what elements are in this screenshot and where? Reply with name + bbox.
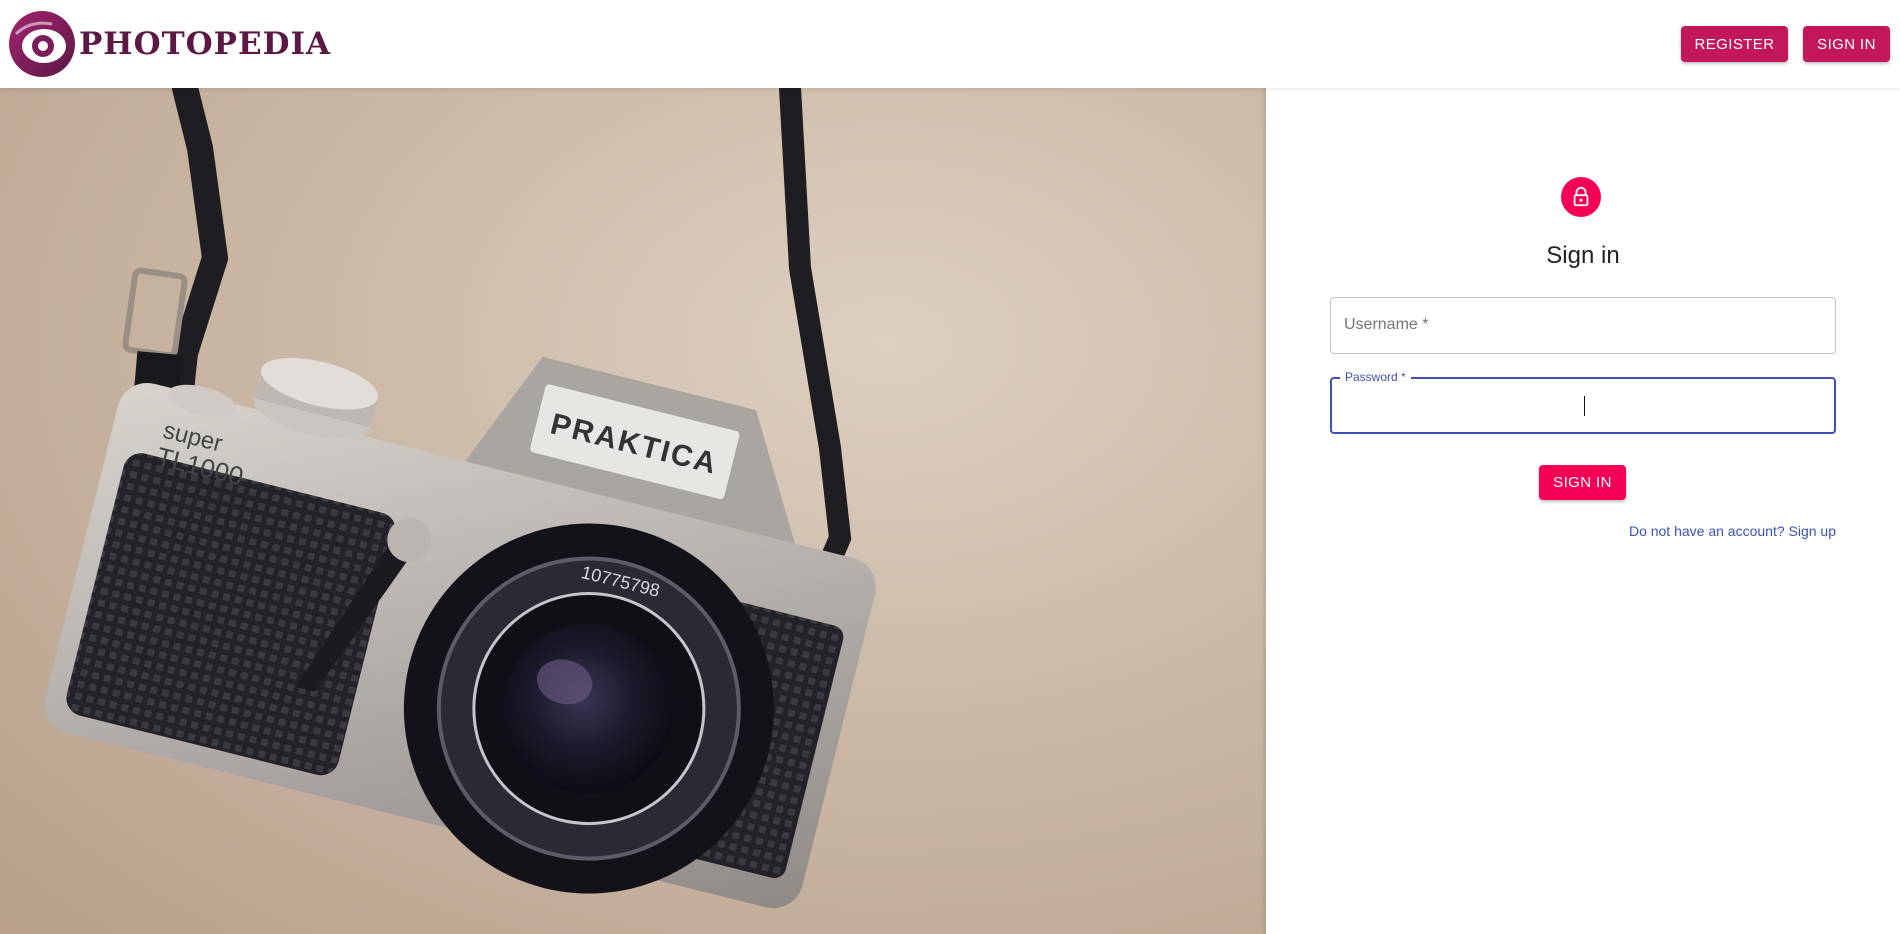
lock-icon (1573, 186, 1589, 207)
text-cursor (1584, 396, 1585, 416)
camera-illustration: PRAKTICA super TL1000 10775798 (44, 88, 876, 909)
signin-panel: Sign in Username * Password * SIGN IN Do… (1266, 88, 1900, 934)
brand-logo[interactable]: PHOTOPEDIA (6, 10, 331, 78)
hero-camera-image: PRAKTICA super TL1000 10775798 (0, 88, 1266, 934)
signin-submit-button[interactable]: SIGN IN (1539, 465, 1626, 500)
signin-title: Sign in (1546, 242, 1620, 269)
username-input[interactable] (1331, 298, 1835, 353)
header-signin-button[interactable]: SIGN IN (1803, 26, 1890, 62)
register-button[interactable]: REGISTER (1681, 26, 1788, 62)
password-field[interactable]: Password * (1330, 370, 1836, 434)
password-input[interactable] (1332, 379, 1834, 432)
eye-logo-icon (9, 11, 75, 77)
signup-link[interactable]: Do not have an account? Sign up (1629, 523, 1836, 539)
top-app-bar: PHOTOPEDIA REGISTER SIGN IN (0, 0, 1900, 88)
brand-name: PHOTOPEDIA (79, 26, 332, 62)
lock-avatar (1561, 177, 1601, 217)
username-field[interactable]: Username * (1330, 297, 1836, 354)
